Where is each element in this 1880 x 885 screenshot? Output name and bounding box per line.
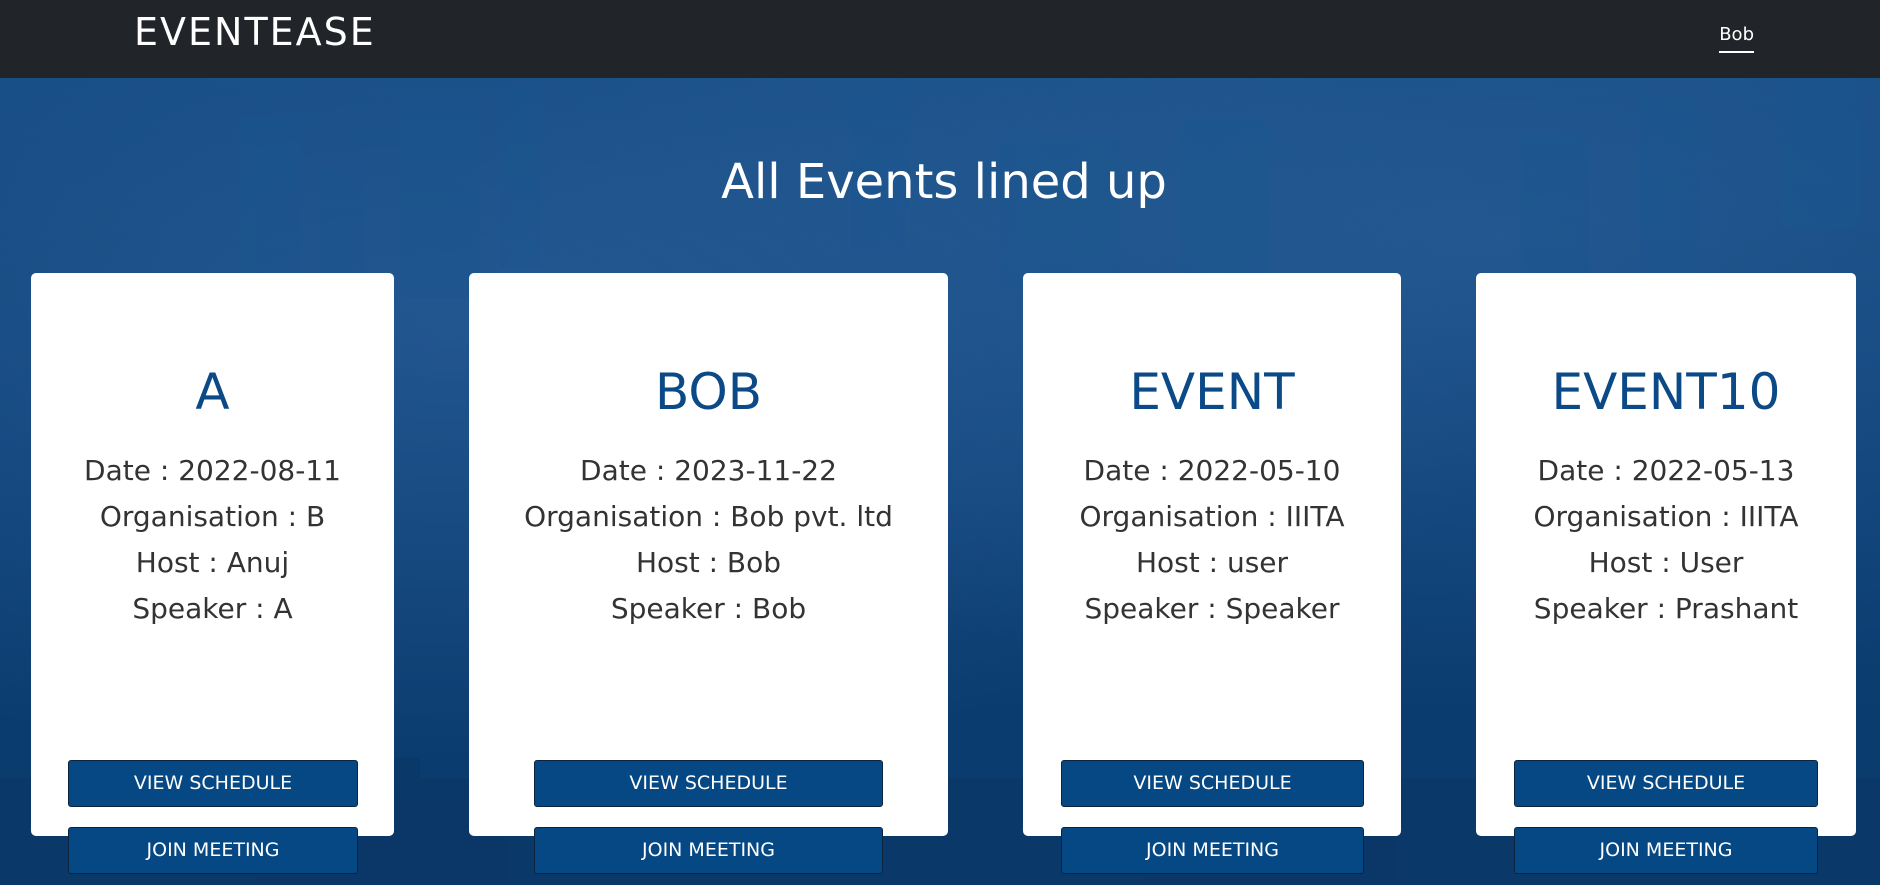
event-details: Date : 2022-08-11 Organisation : B Host … — [31, 448, 394, 632]
page-title: All Events lined up — [721, 154, 1167, 210]
event-title: EVENT — [1129, 363, 1295, 421]
event-details: Date : 2022-05-10 Organisation : IIITA H… — [1023, 448, 1401, 632]
event-title: EVENT10 — [1551, 363, 1781, 421]
event-title: A — [195, 363, 230, 421]
event-card: EVENT10 Date : 2022-05-13 Organisation :… — [1476, 273, 1856, 874]
event-date: Date : 2023-11-22 — [580, 454, 837, 487]
event-host: Host : User — [1588, 546, 1744, 579]
hero-section: All Events lined up A Date : 2022-08-11 … — [0, 78, 1880, 885]
event-details: Date : 2023-11-22 Organisation : Bob pvt… — [469, 448, 948, 632]
brand-logo[interactable]: EVENTEASE — [134, 10, 376, 54]
event-card: EVENT Date : 2022-05-10 Organisation : I… — [1023, 273, 1401, 874]
event-date: Date : 2022-05-13 — [1537, 454, 1795, 487]
event-card: BOB Date : 2023-11-22 Organisation : Bob… — [469, 273, 948, 874]
view-schedule-button[interactable]: VIEW SCHEDULE — [1514, 760, 1818, 807]
join-meeting-button[interactable]: JOIN MEETING — [534, 827, 883, 874]
event-host: Host : Anuj — [135, 546, 290, 579]
join-meeting-button[interactable]: JOIN MEETING — [1061, 827, 1364, 874]
navbar: EVENTEASE Bob — [0, 0, 1880, 78]
event-host: Host : Bob — [635, 546, 782, 579]
join-meeting-button[interactable]: JOIN MEETING — [68, 827, 358, 874]
event-organisation: Organisation : Bob pvt. ltd — [524, 500, 893, 533]
event-details: Date : 2022-05-13 Organisation : IIITA H… — [1476, 448, 1856, 632]
nav-user-link[interactable]: Bob — [1719, 24, 1754, 53]
event-host: Host : user — [1135, 546, 1289, 579]
event-organisation: Organisation : IIITA — [1079, 500, 1345, 533]
event-date: Date : 2022-05-10 — [1083, 454, 1341, 487]
view-schedule-button[interactable]: VIEW SCHEDULE — [534, 760, 883, 807]
view-schedule-button[interactable]: VIEW SCHEDULE — [1061, 760, 1364, 807]
event-organisation: Organisation : IIITA — [1533, 500, 1799, 533]
event-speaker: Speaker : Bob — [610, 592, 807, 625]
join-meeting-button[interactable]: JOIN MEETING — [1514, 827, 1818, 874]
event-speaker: Speaker : Prashant — [1533, 592, 1799, 625]
event-title: BOB — [654, 363, 763, 421]
event-card: A Date : 2022-08-11 Organisation : B Hos… — [31, 273, 394, 874]
event-date: Date : 2022-08-11 — [84, 454, 341, 487]
view-schedule-button[interactable]: VIEW SCHEDULE — [68, 760, 358, 807]
event-speaker: Speaker : A — [132, 592, 293, 625]
event-organisation: Organisation : B — [99, 500, 326, 533]
event-speaker: Speaker : Speaker — [1084, 592, 1340, 625]
